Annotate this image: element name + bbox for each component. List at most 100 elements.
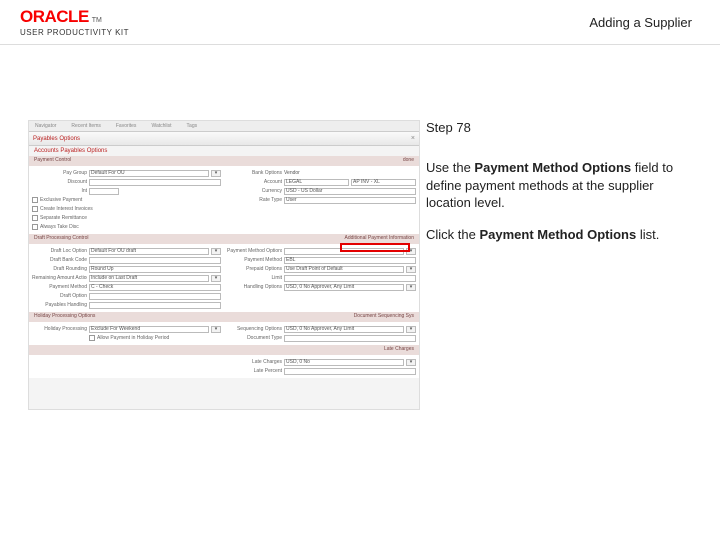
account-input[interactable]: LEGAL — [284, 179, 349, 186]
section-label: Late Charges — [384, 346, 414, 354]
doc-type-input[interactable] — [284, 335, 416, 342]
col-right: Sequencing OptionsUSD, 0 No Approver, An… — [224, 322, 419, 345]
chevron-down-icon[interactable]: ▾ — [211, 170, 221, 177]
chevron-down-icon[interactable]: ▾ — [406, 359, 416, 366]
rate-type-input[interactable]: User — [284, 197, 416, 204]
late-input[interactable]: USD, 0 No — [284, 359, 404, 366]
tab: Tags — [187, 123, 198, 129]
window-title: Payables Options — [33, 136, 80, 142]
currency-input[interactable]: USD - US Dollar — [284, 188, 416, 195]
instruction-column: Step 78 Use the Payment Method Options f… — [420, 45, 720, 410]
prepay-input[interactable]: Use Draft Point of Default — [284, 266, 404, 273]
app-screenshot: Navigator Recent Items Favorites Watchli… — [28, 120, 420, 410]
handling-input[interactable]: USD, 0 No Approver, Any Limit — [284, 284, 404, 291]
bold-text: Payment Method Options — [479, 227, 636, 242]
section-label: Holiday Processing Options — [34, 313, 95, 321]
label: Pay Group — [32, 170, 87, 176]
section-status: done — [403, 157, 414, 165]
upk-label: USER PRODUCTIVITY KIT — [20, 28, 129, 37]
label: Bank Options — [227, 170, 282, 176]
col-left: Pay GroupDefault For OU▾ Discount Int Ex… — [29, 166, 224, 234]
label: Payment Method Options — [227, 248, 282, 254]
holiday-input[interactable]: Exclude For Weekend — [89, 326, 209, 333]
col-left — [29, 355, 224, 378]
pay-method2-input[interactable]: EBL — [284, 257, 416, 264]
label: Prepaid Options — [227, 266, 282, 272]
chevron-down-icon[interactable]: ▾ — [211, 275, 221, 282]
pane-holiday: Holiday ProcessingExclude For Weekend▾ A… — [29, 322, 419, 345]
label: Discount — [32, 179, 87, 185]
seq-input[interactable]: USD, 0 No Approver, Any Limit — [284, 326, 404, 333]
text: Click the — [426, 227, 479, 242]
label: Draft Option — [32, 293, 87, 299]
logo-block: ORACLE TM USER PRODUCTIVITY KIT — [20, 7, 129, 37]
label: Int — [32, 188, 87, 194]
chevron-down-icon[interactable]: ▾ — [406, 284, 416, 291]
close-icon[interactable]: × — [411, 135, 415, 142]
label: Payment Method — [227, 257, 282, 263]
checkbox[interactable] — [89, 335, 95, 341]
section-label: Payment Control — [34, 157, 71, 165]
subtitle: Accounts Payables Options — [29, 146, 419, 156]
section-label: Additional Payment Information — [345, 235, 414, 243]
checkbox[interactable] — [32, 197, 38, 203]
pay-group-input[interactable]: Default For OU — [89, 170, 209, 177]
late-per-input[interactable] — [284, 368, 416, 375]
label: Draft Bank Code — [32, 257, 87, 263]
section-label: Draft Processing Control — [34, 235, 88, 243]
col-right: Bank OptionsVendor AccountLEGALAP INV - … — [224, 166, 419, 234]
checkbox-label: Allow Payment in Holiday Period — [97, 335, 169, 341]
account-input2[interactable]: AP INV - XL — [351, 179, 416, 186]
tab: Favorites — [116, 123, 137, 129]
label: Rate Type — [227, 197, 282, 203]
col-left: Holiday ProcessingExclude For Weekend▾ A… — [29, 322, 224, 345]
checkbox-label: Create Interest Invoices — [40, 206, 93, 212]
label: Remaining Amount Action — [32, 275, 87, 281]
label: Payment Method — [32, 284, 87, 290]
label: Holiday Processing — [32, 326, 87, 332]
draft-rounding-input[interactable]: Round Up — [89, 266, 221, 273]
draft-opt-input[interactable] — [89, 293, 221, 300]
content: Navigator Recent Items Favorites Watchli… — [0, 45, 720, 410]
section-header-payment-control: Payment Control done — [29, 156, 419, 166]
instruction-text: Use the Payment Method Options field to … — [426, 159, 690, 243]
draft-loc-input[interactable]: Default For OU draft — [89, 248, 209, 255]
col-right: Payment Method Options ▾ Payment MethodEB… — [224, 244, 419, 312]
label: Draft Rounding — [32, 266, 87, 272]
checkbox[interactable] — [32, 206, 38, 212]
label: Handling Options — [227, 284, 282, 290]
pay-method-input[interactable]: C - Check — [89, 284, 221, 291]
app-tabs: Navigator Recent Items Favorites Watchli… — [29, 121, 419, 132]
bank-options-radio[interactable]: Vendor — [284, 170, 300, 176]
tab: Navigator — [35, 123, 56, 129]
int-input[interactable] — [89, 188, 119, 195]
oracle-word: ORACLE — [20, 7, 89, 27]
remain-input[interactable]: Include on Last Draft — [89, 275, 209, 282]
label: Late Percent — [227, 368, 282, 374]
col-right: Late ChargesUSD, 0 No▾ Late Percent — [224, 355, 419, 378]
tab: Recent Items — [71, 123, 100, 129]
checkbox-label: Always Take Disc — [40, 224, 79, 230]
checkbox-label: Separate Remittance — [40, 215, 87, 221]
label: Draft Loc Option — [32, 248, 87, 254]
section-header-late: Late Charges — [29, 345, 419, 355]
draft-bank-input[interactable] — [89, 257, 221, 264]
chevron-down-icon[interactable]: ▾ — [406, 266, 416, 273]
chevron-down-icon[interactable]: ▾ — [211, 326, 221, 333]
tm: TM — [92, 17, 102, 24]
chevron-down-icon[interactable]: ▾ — [211, 248, 221, 255]
pay-handling-input[interactable] — [89, 302, 221, 309]
label: Limit — [227, 275, 282, 281]
limit-input[interactable] — [284, 275, 416, 282]
screenshot-column: Navigator Recent Items Favorites Watchli… — [0, 45, 420, 410]
chevron-down-icon[interactable]: ▾ — [406, 326, 416, 333]
window-titlebar: Payables Options × — [29, 132, 419, 146]
header: ORACLE TM USER PRODUCTIVITY KIT Adding a… — [0, 0, 720, 45]
discount-input[interactable] — [89, 179, 221, 186]
text: Use the — [426, 160, 474, 175]
checkbox-label: Exclusive Payment — [40, 197, 82, 203]
instruction-p2: Click the Payment Method Options list. — [426, 226, 690, 244]
checkbox[interactable] — [32, 215, 38, 221]
label: Currency — [227, 188, 282, 194]
checkbox[interactable] — [32, 224, 38, 230]
